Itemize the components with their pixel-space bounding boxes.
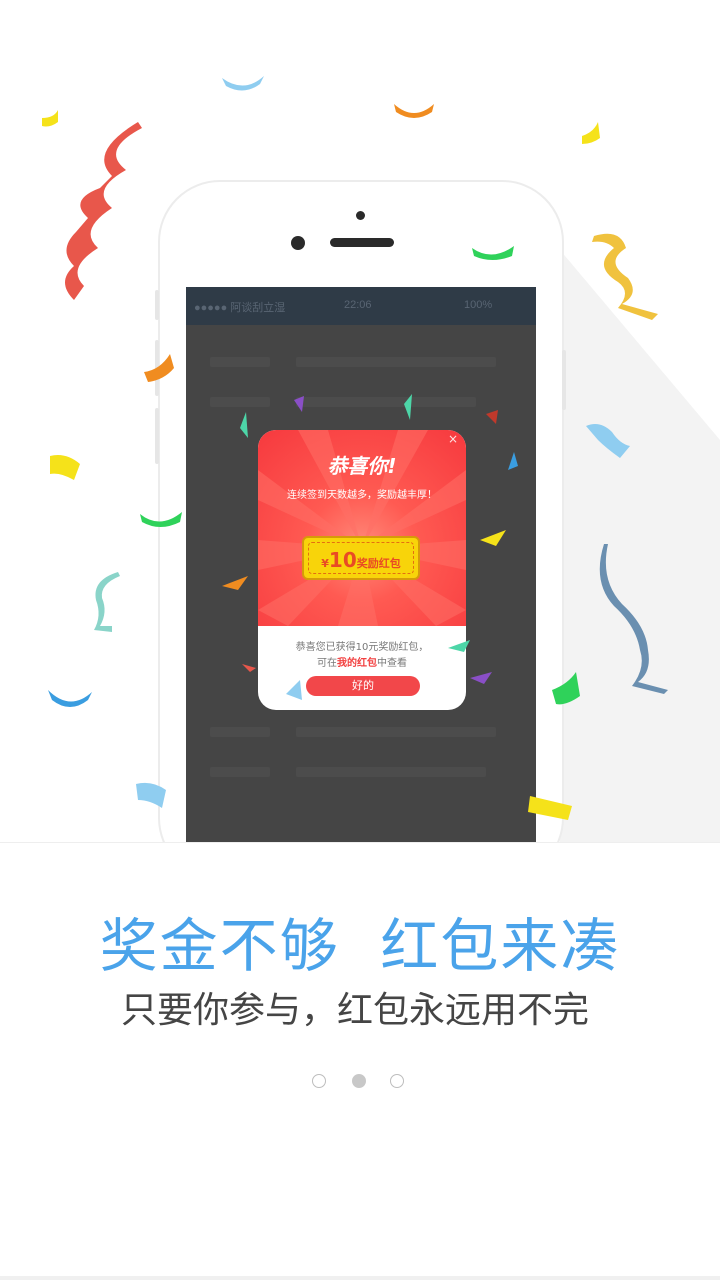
confetti-ribbon bbox=[592, 233, 658, 320]
confetti-ribbon bbox=[94, 572, 120, 632]
page-dot-active[interactable] bbox=[352, 1074, 366, 1088]
confetti-piece bbox=[42, 110, 58, 127]
confetti-piece bbox=[294, 396, 304, 412]
confetti-piece bbox=[486, 410, 498, 424]
confetti-piece bbox=[240, 412, 248, 438]
confetti-piece bbox=[470, 672, 492, 684]
confetti-piece bbox=[48, 690, 92, 707]
confetti-decoration bbox=[42, 76, 668, 820]
confetti-piece bbox=[136, 782, 166, 808]
subheadline: 只要你参与，红包永远用不完 bbox=[120, 990, 589, 1031]
confetti-piece bbox=[140, 512, 182, 527]
confetti-ribbon bbox=[599, 544, 668, 694]
page-indicator bbox=[312, 1074, 408, 1092]
confetti-piece bbox=[552, 672, 580, 705]
page-dot[interactable] bbox=[390, 1074, 404, 1088]
onboarding-text-panel: 奖金不够 红包来凑 只要你参与，红包永远用不完 bbox=[0, 842, 720, 1281]
confetti-piece bbox=[286, 680, 302, 700]
confetti-piece bbox=[472, 246, 514, 260]
confetti-piece bbox=[394, 104, 434, 118]
confetti-piece bbox=[448, 640, 470, 652]
confetti-piece bbox=[480, 530, 506, 546]
confetti-piece bbox=[404, 394, 412, 420]
page-dot[interactable] bbox=[312, 1074, 326, 1088]
onboarding-illustration: ●●●●● 阿谈刮立湿 22:06 100% × 恭喜你! 连续签到天数越多，奖… bbox=[0, 0, 720, 842]
confetti-piece bbox=[222, 76, 264, 91]
confetti-piece bbox=[508, 452, 518, 470]
confetti-piece bbox=[222, 576, 248, 590]
confetti-piece bbox=[144, 354, 174, 382]
confetti-ribbon bbox=[65, 122, 142, 300]
bottom-divider bbox=[0, 1276, 720, 1280]
confetti-piece bbox=[582, 122, 600, 144]
confetti-piece bbox=[242, 664, 256, 672]
confetti-piece bbox=[586, 424, 630, 458]
headline: 奖金不够 红包来凑 bbox=[99, 912, 621, 980]
confetti-piece bbox=[528, 796, 572, 820]
confetti-piece bbox=[50, 455, 80, 480]
